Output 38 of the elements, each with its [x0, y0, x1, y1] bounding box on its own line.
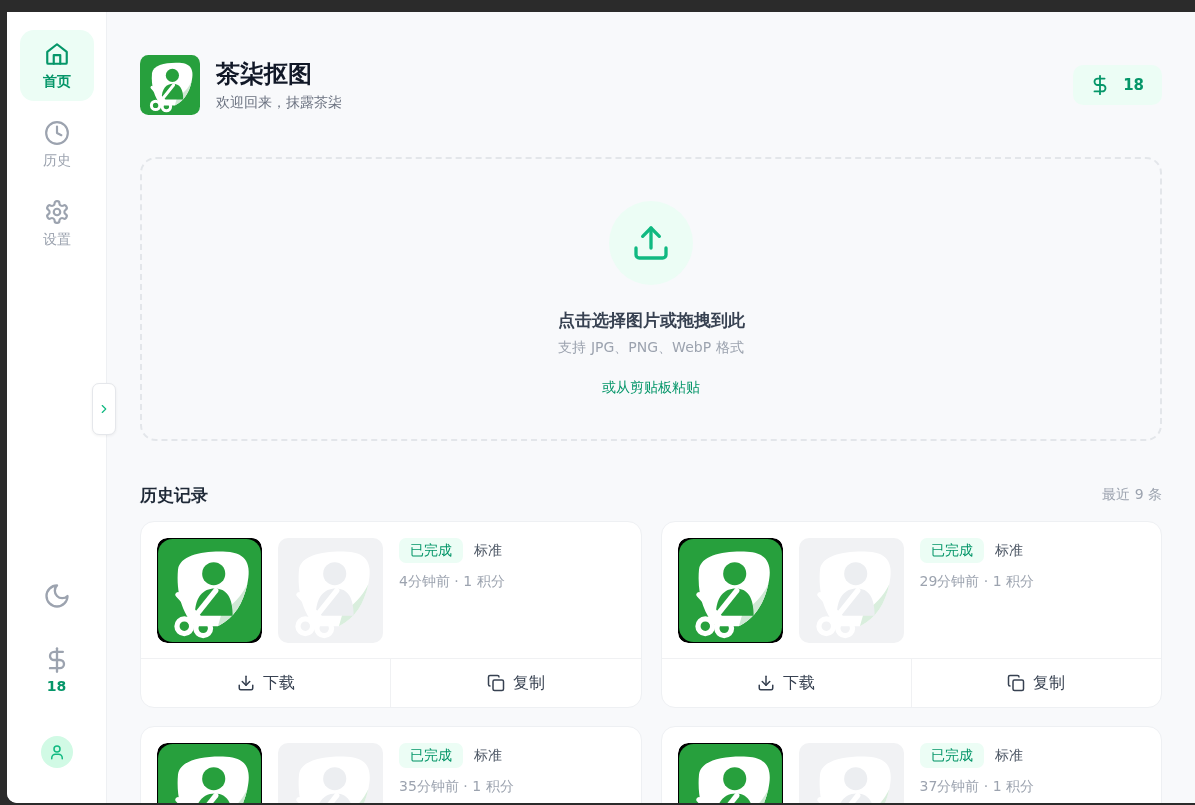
format-hint: 支持 JPG、PNG、WebP 格式	[558, 338, 744, 357]
paste-link[interactable]: 或从剪贴板粘贴	[602, 377, 700, 397]
history-count: 最近 9 条	[1102, 486, 1162, 504]
credits-count: 18	[1123, 76, 1144, 94]
home-icon	[43, 40, 70, 67]
user-icon[interactable]	[40, 736, 73, 768]
welcome-text: 欢迎回来，抹露茶柒	[216, 93, 342, 112]
moon-icon[interactable]	[42, 582, 71, 610]
credits-button[interactable]: 18	[42, 646, 71, 694]
copy-button[interactable]: 复制	[390, 659, 641, 707]
time-credits-text: 35分钟前 · 1 积分	[399, 777, 514, 795]
mode-label: 标准	[994, 746, 1023, 765]
copy-icon	[1007, 674, 1026, 692]
upload-title: 点击选择图片或拖拽到此	[557, 309, 745, 332]
download-icon	[236, 674, 255, 692]
status-badge: 已完成	[919, 538, 984, 563]
history-title: 历史记录	[140, 484, 208, 507]
status-badge: 已完成	[399, 538, 463, 563]
copy-icon	[486, 674, 505, 692]
time-credits-text: 37分钟前 · 1 积分	[919, 777, 1035, 795]
download-button[interactable]: 下载	[661, 659, 911, 707]
nav-item[interactable]: 首页	[19, 30, 94, 101]
upload-dropzone[interactable]: 点击选择图片或拖拽到此 支持 JPG、PNG、WebP 格式 或从剪贴板粘贴	[140, 157, 1162, 441]
scissors-logo-icon	[140, 55, 200, 115]
settings-icon	[43, 198, 70, 225]
status-badge: 已完成	[919, 743, 984, 768]
expand-sidebar-button[interactable]	[92, 383, 116, 435]
copy-button[interactable]: 复制	[910, 659, 1161, 707]
status-badge: 已完成	[399, 743, 463, 768]
mode-label: 标准	[994, 541, 1023, 560]
clock-icon	[43, 119, 70, 146]
time-credits-text: 4分钟前 · 1 积分	[399, 572, 505, 590]
download-icon	[757, 674, 776, 692]
mode-label: 标准	[474, 746, 502, 765]
download-button[interactable]: 下载	[141, 659, 391, 707]
time-credits-text: 29分钟前 · 1 积分	[919, 572, 1035, 590]
mode-label: 标准	[474, 541, 502, 560]
app-title: 茶柒抠图	[216, 59, 313, 90]
